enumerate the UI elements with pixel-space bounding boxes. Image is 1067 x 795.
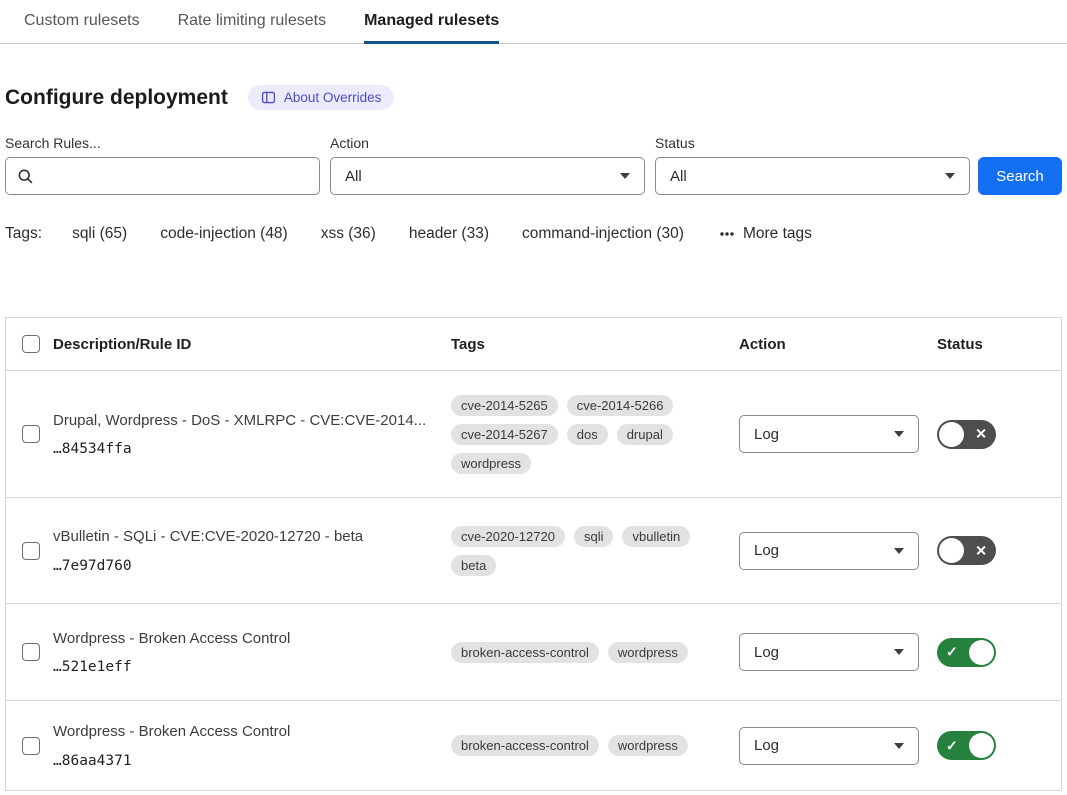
tab-rate-limiting-rulesets[interactable]: Rate limiting rulesets bbox=[178, 0, 327, 44]
status-toggle[interactable]: ✕ ✓ bbox=[937, 638, 996, 667]
more-tags-label: More tags bbox=[743, 225, 812, 243]
tag-pill: broken-access-control bbox=[451, 642, 599, 663]
row-action-select[interactable]: Log bbox=[739, 727, 919, 765]
toggle-knob bbox=[969, 733, 994, 758]
chevron-down-icon bbox=[620, 173, 630, 179]
tab-managed-rulesets[interactable]: Managed rulesets bbox=[364, 0, 499, 44]
row-action-value: Log bbox=[754, 426, 779, 443]
table-row: Drupal, Wordpress - DoS - XMLRPC - CVE:C… bbox=[6, 371, 1061, 498]
tag-filter-command-injection[interactable]: command-injection (30) bbox=[522, 225, 684, 243]
filter-row: Search Rules... Action All Status All bbox=[5, 135, 1062, 195]
chevron-down-icon bbox=[945, 173, 955, 179]
tag-pill: drupal bbox=[617, 424, 673, 445]
rule-id: …7e97d760 bbox=[53, 558, 431, 574]
tag-pill: cve-2014-5266 bbox=[567, 395, 674, 416]
status-filter-select[interactable]: All bbox=[655, 157, 970, 195]
chevron-down-icon bbox=[894, 548, 904, 554]
toggle-knob bbox=[939, 538, 964, 563]
table-header-row: Description/Rule ID Tags Action Status bbox=[6, 318, 1061, 371]
tags-bar: Tags: sqli (65) code-injection (48) xss … bbox=[5, 225, 1062, 243]
tag-pill: wordpress bbox=[608, 735, 688, 756]
row-checkbox[interactable] bbox=[22, 542, 40, 560]
x-icon: ✕ bbox=[975, 543, 987, 557]
tag-pill: dos bbox=[567, 424, 608, 445]
more-tags-button[interactable]: More tags bbox=[719, 225, 812, 243]
rule-tags: broken-access-control wordpress bbox=[451, 642, 739, 663]
about-overrides-badge[interactable]: About Overrides bbox=[248, 85, 395, 110]
rule-description: Wordpress - Broken Access Control bbox=[53, 629, 431, 649]
rule-id: …86aa4371 bbox=[53, 753, 431, 769]
toggle-knob bbox=[939, 422, 964, 447]
col-header-description: Description/Rule ID bbox=[53, 336, 451, 353]
tag-pill: cve-2014-5265 bbox=[451, 395, 558, 416]
chevron-down-icon bbox=[894, 743, 904, 749]
rule-description: Wordpress - Broken Access Control bbox=[53, 722, 431, 742]
rule-description: vBulletin - SQLi - CVE:CVE-2020-12720 - … bbox=[53, 527, 431, 547]
rule-id: …84534ffa bbox=[53, 441, 431, 457]
page-title: Configure deployment bbox=[5, 86, 228, 110]
row-action-select[interactable]: Log bbox=[739, 415, 919, 453]
table-row: Wordpress - Broken Access Control …86aa4… bbox=[6, 701, 1061, 790]
tag-pill: sqli bbox=[574, 526, 614, 547]
toggle-knob bbox=[969, 640, 994, 665]
chevron-down-icon bbox=[894, 431, 904, 437]
row-action-select[interactable]: Log bbox=[739, 532, 919, 570]
table-row: vBulletin - SQLi - CVE:CVE-2020-12720 - … bbox=[6, 498, 1061, 604]
rule-tags: cve-2014-5265 cve-2014-5266 cve-2014-526… bbox=[451, 395, 739, 474]
status-toggle[interactable]: ✕ ✓ bbox=[937, 731, 996, 760]
x-icon: ✕ bbox=[975, 427, 987, 441]
rule-tags: cve-2020-12720 sqli vbulletin beta bbox=[451, 526, 739, 576]
chevron-down-icon bbox=[894, 649, 904, 655]
header-row: Configure deployment About Overrides bbox=[5, 85, 1062, 110]
table-row: Wordpress - Broken Access Control …521e1… bbox=[6, 604, 1061, 701]
search-icon bbox=[17, 168, 34, 185]
col-header-action: Action bbox=[739, 336, 937, 353]
tag-pill: vbulletin bbox=[622, 526, 690, 547]
ruleset-tabbar: Custom rulesets Rate limiting rulesets M… bbox=[0, 0, 1067, 44]
status-filter-label: Status bbox=[655, 135, 970, 151]
search-rules-input[interactable] bbox=[6, 158, 319, 194]
main-content: Configure deployment About Overrides Sea… bbox=[0, 85, 1067, 791]
check-icon: ✓ bbox=[946, 738, 958, 752]
tag-pill: broken-access-control bbox=[451, 735, 599, 756]
tags-bar-label: Tags: bbox=[5, 225, 42, 243]
tag-filter-sqli[interactable]: sqli (65) bbox=[72, 225, 127, 243]
row-action-value: Log bbox=[754, 737, 779, 754]
tag-filter-xss[interactable]: xss (36) bbox=[321, 225, 376, 243]
about-overrides-label: About Overrides bbox=[284, 90, 382, 105]
search-box bbox=[5, 157, 320, 195]
check-icon: ✓ bbox=[946, 645, 958, 659]
select-all-checkbox[interactable] bbox=[22, 335, 40, 353]
search-button[interactable]: Search bbox=[978, 157, 1062, 195]
ellipsis-icon bbox=[719, 227, 735, 241]
row-checkbox[interactable] bbox=[22, 643, 40, 661]
tag-pill: wordpress bbox=[608, 642, 688, 663]
row-action-value: Log bbox=[754, 542, 779, 559]
tag-pill: cve-2014-5267 bbox=[451, 424, 558, 445]
col-header-tags: Tags bbox=[451, 336, 739, 353]
col-header-status: Status bbox=[937, 336, 1061, 353]
action-filter-label: Action bbox=[330, 135, 645, 151]
tag-pill: wordpress bbox=[451, 453, 531, 474]
status-toggle[interactable]: ✕ ✓ bbox=[937, 536, 996, 565]
tag-filter-code-injection[interactable]: code-injection (48) bbox=[160, 225, 288, 243]
tab-custom-rulesets[interactable]: Custom rulesets bbox=[24, 0, 140, 44]
action-filter-select[interactable]: All bbox=[330, 157, 645, 195]
search-rules-label: Search Rules... bbox=[5, 135, 320, 151]
row-checkbox[interactable] bbox=[22, 737, 40, 755]
status-filter-value: All bbox=[670, 168, 687, 185]
rule-id: …521e1eff bbox=[53, 659, 431, 675]
rules-table: Description/Rule ID Tags Action Status D… bbox=[5, 317, 1062, 791]
book-icon bbox=[261, 90, 276, 105]
action-filter-value: All bbox=[345, 168, 362, 185]
rule-description: Drupal, Wordpress - DoS - XMLRPC - CVE:C… bbox=[53, 411, 431, 431]
status-toggle[interactable]: ✕ ✓ bbox=[937, 420, 996, 449]
row-checkbox[interactable] bbox=[22, 425, 40, 443]
row-action-value: Log bbox=[754, 644, 779, 661]
tag-filter-header[interactable]: header (33) bbox=[409, 225, 489, 243]
rule-tags: broken-access-control wordpress bbox=[451, 735, 739, 756]
tag-pill: cve-2020-12720 bbox=[451, 526, 565, 547]
tag-pill: beta bbox=[451, 555, 496, 576]
row-action-select[interactable]: Log bbox=[739, 633, 919, 671]
